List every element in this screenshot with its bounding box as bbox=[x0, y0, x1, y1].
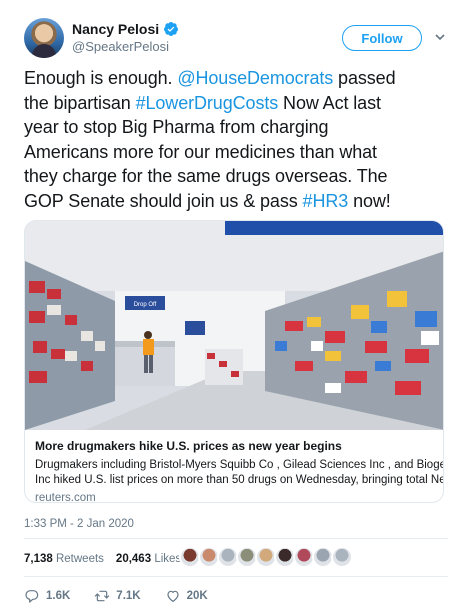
tweet-text-segment: passed bbox=[333, 68, 396, 88]
pharmacy-aisle-illustration: Drop Off bbox=[25, 221, 443, 430]
tweet-text-line: year to stop Big Pharma from charging bbox=[24, 115, 456, 140]
tweet-text-segment: year to stop Big Pharma from charging bbox=[24, 117, 329, 137]
card-description: Drugmakers including Bristol-Myers Squib… bbox=[35, 458, 444, 488]
like-button[interactable]: 20K bbox=[165, 588, 208, 604]
retweets-stat[interactable]: 7,138 Retweets bbox=[24, 553, 104, 565]
tweet-text-segment: Enough is enough. bbox=[24, 68, 178, 88]
card-body: More drugmakers hike U.S. prices as new … bbox=[25, 430, 444, 503]
link-preview-card[interactable]: Drop Off More drugmakers hike U.S. price… bbox=[24, 220, 444, 503]
avatar[interactable] bbox=[24, 18, 64, 58]
card-description-line: Drugmakers including Bristol-Myers Squib… bbox=[35, 459, 444, 471]
tweet-text-line: Enough is enough. @HouseDemocrats passed bbox=[24, 66, 456, 91]
chevron-down-icon[interactable] bbox=[434, 31, 446, 43]
tweet-actions: 1.6K 7.1K 20K bbox=[24, 586, 448, 606]
likes-count: 20,463 bbox=[115, 553, 152, 565]
reply-count: 1.6K bbox=[46, 590, 71, 602]
tweet-text-line: Americans more for our medicines than wh… bbox=[24, 140, 456, 165]
card-image-pharmacy[interactable]: Drop Off bbox=[25, 221, 443, 430]
tweet-text-segment: Now Act last bbox=[278, 92, 381, 113]
card-title[interactable]: More drugmakers hike U.S. prices as new … bbox=[35, 438, 435, 454]
retweet-button[interactable]: 7.1K bbox=[94, 588, 141, 604]
likes-label: Likes bbox=[154, 553, 182, 565]
tweet-timestamp[interactable]: 1:33 PM - 2 Jan 2020 bbox=[24, 518, 134, 530]
verified-badge-icon bbox=[164, 22, 179, 36]
liker-avatar[interactable] bbox=[331, 546, 353, 568]
tweet-text-segment: the bipartisan bbox=[24, 92, 136, 113]
retweet-icon bbox=[95, 590, 110, 602]
tweet-text-segment: they charge for the same drugs overseas.… bbox=[24, 166, 388, 186]
drop-off-sign: Drop Off bbox=[134, 302, 157, 308]
likes-stat[interactable]: 20,463 Likes bbox=[116, 553, 181, 565]
hashtag-link[interactable]: #HR3 bbox=[303, 191, 349, 211]
user-name-block: Nancy Pelosi @SpeakerPelosi bbox=[72, 21, 179, 54]
display-name[interactable]: Nancy Pelosi bbox=[72, 21, 159, 37]
divider bbox=[24, 576, 448, 577]
divider bbox=[24, 538, 448, 539]
tweet-text-segment: Americans more for our medicines than wh… bbox=[24, 141, 377, 162]
heart-icon bbox=[166, 590, 179, 602]
engagement-stats: 7,138 Retweets 20,463 Likes bbox=[24, 546, 448, 572]
name-row: Nancy Pelosi bbox=[72, 21, 179, 37]
tweet-header: Nancy Pelosi @SpeakerPelosi Follow bbox=[24, 18, 448, 62]
tweet-text-line: the bipartisan #LowerDrugCosts Now Act l… bbox=[24, 91, 456, 116]
retweets-label: Retweets bbox=[55, 553, 104, 565]
card-description-line: Inc hiked U.S. list prices on more than … bbox=[35, 474, 444, 486]
reply-icon bbox=[25, 590, 39, 603]
retweet-count: 7.1K bbox=[116, 590, 141, 602]
follow-button[interactable]: Follow bbox=[342, 25, 422, 51]
retweets-count: 7,138 bbox=[24, 553, 53, 565]
like-count: 20K bbox=[186, 590, 208, 602]
tweet-text-segment: now! bbox=[348, 190, 391, 211]
tweet-text-line: GOP Senate should join us & pass #HR3 no… bbox=[24, 189, 456, 214]
tweet-text: Enough is enough. @HouseDemocrats passed… bbox=[24, 66, 456, 213]
card-domain: reuters.com bbox=[35, 492, 96, 503]
tweet-text-line: they charge for the same drugs overseas.… bbox=[24, 164, 456, 189]
user-handle[interactable]: @SpeakerPelosi bbox=[72, 39, 179, 54]
reply-button[interactable]: 1.6K bbox=[24, 588, 70, 604]
mention-link[interactable]: @HouseDemocrats bbox=[177, 68, 333, 88]
tweet-text-segment: GOP Senate should join us & pass bbox=[24, 190, 303, 211]
hashtag-link[interactable]: #LowerDrugCosts bbox=[136, 93, 279, 113]
likers-avatars bbox=[179, 546, 353, 568]
